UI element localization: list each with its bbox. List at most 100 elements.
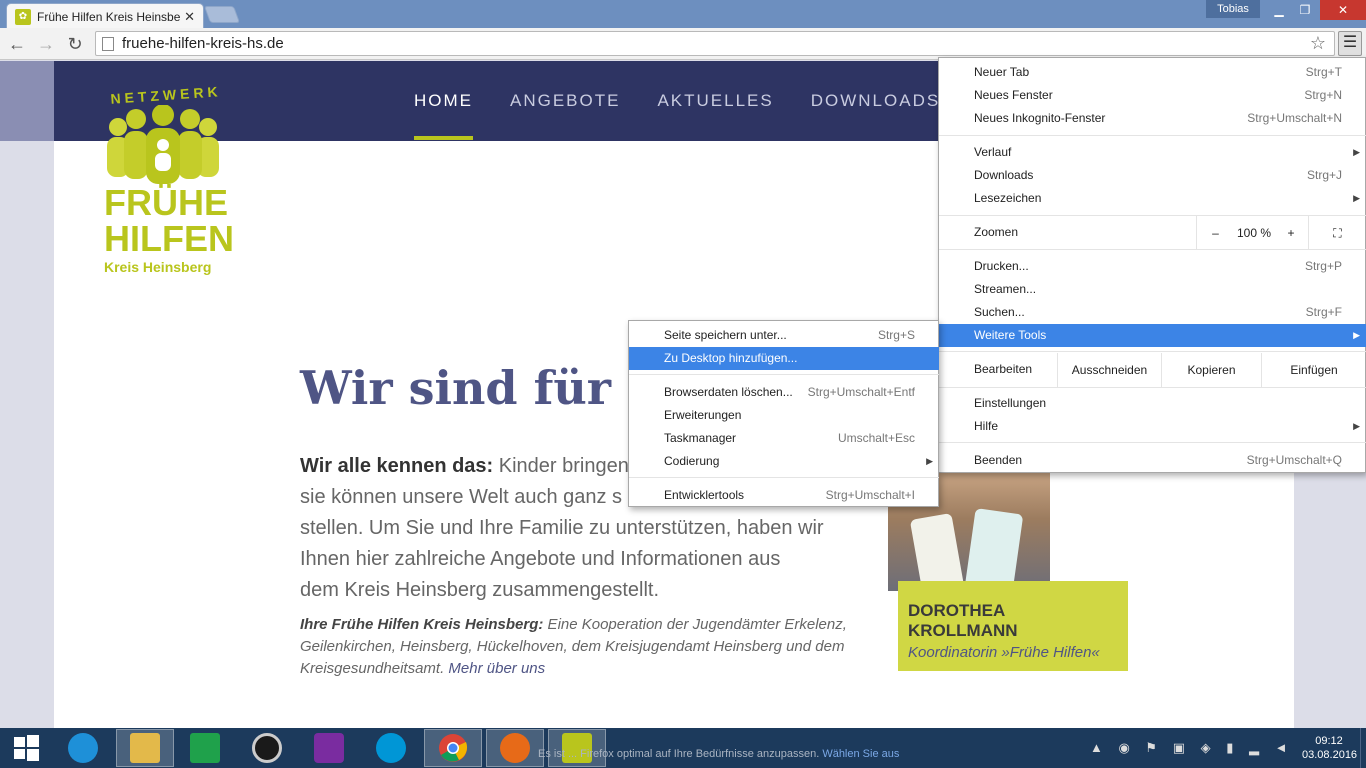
logo-fruehe: FRÜHE: [104, 182, 228, 223]
chrome-menu-button[interactable]: ☰: [1338, 31, 1362, 56]
menu-new-window[interactable]: Neues Fenster Strg+N: [939, 84, 1366, 107]
close-window-button[interactable]: ✕: [1320, 0, 1366, 20]
start-button[interactable]: [0, 729, 52, 767]
url-text: fruehe-hilfen-kreis-hs.de: [122, 35, 284, 52]
menu-label: Neuer Tab: [974, 65, 1030, 79]
taskbar-firefox[interactable]: [486, 729, 544, 767]
hp-icon: [376, 733, 406, 763]
menu-label: Einstellungen: [974, 396, 1047, 410]
folder-icon: [130, 733, 160, 763]
reload-icon[interactable]: ↻: [63, 32, 87, 56]
system-tray-icons[interactable]: ▲ ◉ ⚑ ▣ ◈ ▮ ▂ ◄: [1090, 740, 1293, 756]
tab-title: Frühe Hilfen Kreis Heinsbe: [37, 9, 181, 24]
notice-text: Es ist ... Firefox optimal auf Ihre Bedü…: [538, 748, 820, 760]
intro-line-5: dem Kreis Heinsberg zusammengestellt.: [300, 579, 660, 601]
menu-settings[interactable]: Einstellungen: [939, 392, 1366, 415]
submenu-label: Seite speichern unter...: [664, 328, 787, 342]
coordinator-name: DOROTHEA KROLLMANN: [908, 601, 1018, 640]
logo-netzwerk: NETZWERK: [109, 83, 223, 107]
page-headline: Wir sind für Si: [300, 361, 678, 415]
menu-shortcut: Strg+N: [1304, 88, 1342, 102]
puzzle-icon: [314, 733, 344, 763]
taskbar-chrome[interactable]: [424, 729, 482, 767]
nav-aktuelles[interactable]: AKTUELLES: [657, 91, 773, 111]
back-arrow-icon[interactable]: ←: [5, 32, 29, 56]
show-desktop-button[interactable]: [1360, 728, 1366, 768]
nav-angebote[interactable]: ANGEBOTE: [510, 91, 620, 111]
menu-downloads[interactable]: Downloads Strg+J: [939, 164, 1366, 187]
paste-button[interactable]: Einfügen: [1261, 353, 1366, 387]
taskbar-internet-explorer[interactable]: [54, 729, 112, 767]
taskbar-store[interactable]: [176, 729, 234, 767]
menu-shortcut: Strg+F: [1305, 305, 1342, 319]
page-side-band: [0, 61, 54, 141]
menu-exit[interactable]: Beenden Strg+Umschalt+Q: [939, 449, 1366, 472]
submenu-encoding[interactable]: Codierung ▶: [629, 450, 939, 473]
taskbar-hp-app[interactable]: [362, 729, 420, 767]
submenu-extensions[interactable]: Erweiterungen: [629, 404, 939, 427]
forward-arrow-icon[interactable]: →: [34, 32, 58, 56]
menu-new-tab[interactable]: Neuer Tab Strg+T: [939, 61, 1366, 84]
submenu-developer-tools[interactable]: Entwicklertools Strg+Umschalt+I: [629, 484, 939, 507]
minimize-button[interactable]: ▁: [1266, 0, 1292, 20]
cut-button[interactable]: Ausschneiden: [1057, 353, 1161, 387]
menu-history[interactable]: Verlauf ▶: [939, 141, 1366, 164]
menu-label: Verlauf: [974, 145, 1012, 159]
menu-shortcut: Strg+P: [1304, 259, 1342, 273]
camera-icon: [252, 733, 282, 763]
taskbar-clock[interactable]: 09:12 03.08.2016: [1302, 734, 1358, 762]
intro-bold: Wir alle kennen das:: [300, 455, 494, 477]
coop-bold: Ihre Frühe Hilfen Kreis Heinsberg:: [300, 616, 544, 633]
menu-print[interactable]: Drucken... Strg+P: [939, 255, 1366, 278]
maximize-button[interactable]: ❐: [1292, 0, 1318, 20]
fullscreen-icon[interactable]: ⛶: [1308, 216, 1366, 250]
copy-button[interactable]: Kopieren: [1161, 353, 1261, 387]
tab-close-icon[interactable]: ✕: [184, 9, 195, 25]
menu-help[interactable]: Hilfe ▶: [939, 415, 1366, 438]
windows-taskbar: Es ist ... Firefox optimal auf Ihre Bedü…: [0, 728, 1366, 768]
taskbar-puzzle-app[interactable]: [300, 729, 358, 767]
zoom-label: Zoomen: [974, 225, 1019, 239]
firefox-icon: [500, 733, 530, 763]
profile-button[interactable]: Tobias: [1206, 0, 1260, 18]
submenu-label: Codierung: [664, 454, 720, 468]
submenu-save-page[interactable]: Seite speichern unter... Strg+S: [629, 324, 939, 347]
chrome-menu: Neuer Tab Strg+T Neues Fenster Strg+N Neue…: [938, 57, 1366, 473]
edit-label: Bearbeiten: [974, 362, 1033, 376]
new-tab-button[interactable]: [203, 6, 241, 23]
taskbar-camera-app[interactable]: [238, 729, 296, 767]
submenu-label: Erweiterungen: [664, 408, 742, 422]
windows-logo-icon: [14, 735, 39, 761]
more-about-us-link[interactable]: Mehr über uns: [448, 660, 545, 677]
menu-separator: [939, 249, 1366, 250]
internet-explorer-icon: [68, 733, 98, 763]
submenu-separator: [629, 477, 939, 478]
nav-downloads[interactable]: DOWNLOADS: [811, 91, 940, 111]
site-logo[interactable]: NETZWERK FRÜHE HILFEN Kreis Heinsberg: [104, 83, 234, 275]
notice-link[interactable]: Wählen Sie aus: [822, 748, 899, 760]
firefox-notice: Es ist ... Firefox optimal auf Ihre Bedü…: [538, 748, 899, 760]
menu-label: Streamen...: [974, 282, 1037, 296]
zoom-level: 100 %: [1236, 226, 1272, 240]
submenu-clear-data[interactable]: Browserdaten löschen... Strg+Umschalt+Ent…: [629, 381, 939, 404]
submenu-arrow-icon: ▶: [1353, 193, 1360, 203]
zoom-in-button[interactable]: +: [1274, 216, 1308, 250]
menu-more-tools[interactable]: Weitere Tools ▶: [939, 324, 1366, 347]
submenu-task-manager[interactable]: Taskmanager Umschalt+Esc: [629, 427, 939, 450]
intro-line-3: stellen. Um Sie und Ihre Familie zu unte…: [300, 517, 824, 539]
taskbar-file-explorer[interactable]: [116, 729, 174, 767]
menu-incognito-window[interactable]: Neues Inkognito-Fenster Strg+Umschalt+N: [939, 107, 1366, 130]
submenu-label: Entwicklertools: [664, 488, 745, 502]
menu-bookmarks[interactable]: Lesezeichen ▶: [939, 187, 1366, 210]
zoom-out-button[interactable]: –: [1196, 216, 1234, 250]
menu-cast[interactable]: Streamen...: [939, 278, 1366, 301]
bookmark-star-icon[interactable]: ☆: [1310, 33, 1326, 54]
browser-tab[interactable]: ✿ Frühe Hilfen Kreis Heinsbe ✕: [6, 3, 204, 29]
clock-date: 03.08.2016: [1302, 749, 1358, 761]
address-bar[interactable]: fruehe-hilfen-kreis-hs.de ☆: [95, 31, 1335, 56]
submenu-shortcut: Strg+Umschalt+I: [825, 488, 915, 502]
nav-home[interactable]: HOME: [414, 91, 473, 140]
submenu-add-to-desktop[interactable]: Zu Desktop hinzufügen...: [629, 347, 939, 370]
submenu-shortcut: Umschalt+Esc: [837, 431, 915, 445]
menu-find[interactable]: Suchen... Strg+F: [939, 301, 1366, 324]
